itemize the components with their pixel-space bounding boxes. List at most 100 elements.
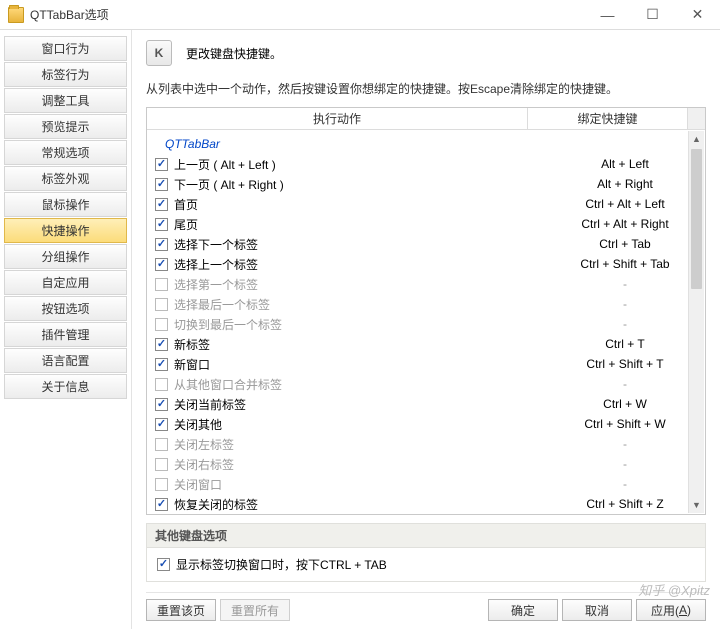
ctrl-tab-option[interactable]: 显示标签切换窗口时，按下CTRL + TAB: [157, 556, 695, 573]
maximize-button[interactable]: ☐: [630, 0, 675, 29]
action-label: 关闭当前标签: [174, 396, 545, 413]
binding-label: Ctrl + Tab: [545, 237, 705, 251]
table-row[interactable]: 上一页 ( Alt + Left )Alt + Left: [147, 154, 705, 174]
table-row[interactable]: 关闭当前标签Ctrl + W: [147, 394, 705, 414]
binding-label: Ctrl + Shift + T: [545, 357, 705, 371]
table-row[interactable]: 关闭其他Ctrl + Shift + W: [147, 414, 705, 434]
sidebar-item-1[interactable]: 标签行为: [4, 62, 127, 87]
sidebar-item-11[interactable]: 插件管理: [4, 322, 127, 347]
sidebar-item-4[interactable]: 常规选项: [4, 140, 127, 165]
group-header: QTTabBar: [147, 134, 705, 154]
sidebar-item-6[interactable]: 鼠标操作: [4, 192, 127, 217]
binding-label: Alt + Left: [545, 157, 705, 171]
table-row[interactable]: 从其他窗口合并标签-: [147, 374, 705, 394]
checkbox-icon[interactable]: [155, 418, 168, 431]
table-row[interactable]: 恢复关闭的标签Ctrl + Shift + Z: [147, 494, 705, 514]
sidebar-item-0[interactable]: 窗口行为: [4, 36, 127, 61]
checkbox-icon[interactable]: [155, 338, 168, 351]
sidebar-item-8[interactable]: 分组操作: [4, 244, 127, 269]
binding-label: Ctrl + T: [545, 337, 705, 351]
checkbox-icon[interactable]: [155, 218, 168, 231]
table-row[interactable]: 选择下一个标签Ctrl + Tab: [147, 234, 705, 254]
instruction-text: 从列表中选中一个动作，然后按键设置你想绑定的快捷键。按Escape清除绑定的快捷…: [146, 80, 706, 97]
checkbox-icon[interactable]: [155, 398, 168, 411]
close-button[interactable]: ✕: [675, 0, 720, 29]
table-row[interactable]: 切换到最后一个标签-: [147, 314, 705, 334]
action-label: 选择最后一个标签: [174, 296, 545, 313]
scrollbar[interactable]: ▲ ▼: [688, 131, 704, 513]
scroll-down-icon[interactable]: ▼: [689, 497, 704, 513]
binding-label: -: [545, 457, 705, 471]
table-row[interactable]: 选择上一个标签Ctrl + Shift + Tab: [147, 254, 705, 274]
titlebar: QTTabBar选项 — ☐ ✕: [0, 0, 720, 30]
action-label: 上一页 ( Alt + Left ): [174, 156, 545, 173]
checkbox-icon: [155, 458, 168, 471]
checkbox-icon[interactable]: [155, 238, 168, 251]
action-label: 关闭右标签: [174, 456, 545, 473]
minimize-button[interactable]: —: [585, 0, 630, 29]
table-body: QTTabBar 上一页 ( Alt + Left )Alt + Left下一页…: [147, 130, 705, 514]
checkbox-icon: [155, 378, 168, 391]
binding-label: Ctrl + Shift + Tab: [545, 257, 705, 271]
checkbox-icon[interactable]: [155, 498, 168, 511]
binding-label: Alt + Right: [545, 177, 705, 191]
checkbox-icon[interactable]: [155, 358, 168, 371]
table-row[interactable]: 关闭左标签-: [147, 434, 705, 454]
action-label: 选择第一个标签: [174, 276, 545, 293]
table-row[interactable]: 选择第一个标签-: [147, 274, 705, 294]
action-label: 选择下一个标签: [174, 236, 545, 253]
col-binding[interactable]: 绑定快捷键: [528, 108, 688, 129]
table-row[interactable]: 首页Ctrl + Alt + Left: [147, 194, 705, 214]
table-row[interactable]: 新窗口Ctrl + Shift + T: [147, 354, 705, 374]
table-row[interactable]: 选择最后一个标签-: [147, 294, 705, 314]
table-row[interactable]: 新标签Ctrl + T: [147, 334, 705, 354]
reset-all-button[interactable]: 重置所有: [220, 599, 290, 621]
binding-label: -: [545, 277, 705, 291]
sidebar-item-10[interactable]: 按钮选项: [4, 296, 127, 321]
checkbox-icon[interactable]: [157, 558, 170, 571]
cancel-button[interactable]: 取消: [562, 599, 632, 621]
sidebar-item-12[interactable]: 语言配置: [4, 348, 127, 373]
binding-label: Ctrl + Alt + Right: [545, 217, 705, 231]
binding-label: Ctrl + W: [545, 397, 705, 411]
action-label: 关闭其他: [174, 416, 545, 433]
binding-label: Ctrl + Shift + W: [545, 417, 705, 431]
sidebar-item-2[interactable]: 调整工具: [4, 88, 127, 113]
binding-label: -: [545, 377, 705, 391]
table-row[interactable]: 关闭窗口-: [147, 474, 705, 494]
sidebar-item-3[interactable]: 预览提示: [4, 114, 127, 139]
scroll-up-icon[interactable]: ▲: [689, 131, 704, 147]
sidebar-item-9[interactable]: 自定应用: [4, 270, 127, 295]
other-keyboard-section-title: 其他键盘选项: [146, 523, 706, 547]
action-label: 关闭左标签: [174, 436, 545, 453]
scroll-thumb[interactable]: [691, 149, 702, 289]
button-bar: 重置该页 重置所有 确定 取消 应用(A): [146, 592, 706, 629]
option-label: 显示标签切换窗口时，按下CTRL + TAB: [176, 556, 387, 573]
binding-label: -: [545, 477, 705, 491]
binding-label: -: [545, 437, 705, 451]
checkbox-icon: [155, 478, 168, 491]
table-row[interactable]: 下一页 ( Alt + Right )Alt + Right: [147, 174, 705, 194]
apply-button[interactable]: 应用(A): [636, 599, 706, 621]
action-label: 新标签: [174, 336, 545, 353]
checkbox-icon[interactable]: [155, 178, 168, 191]
shortcut-table: 执行动作 绑定快捷键 QTTabBar 上一页 ( Alt + Left )Al…: [146, 107, 706, 515]
sidebar-item-7[interactable]: 快捷操作: [4, 218, 127, 243]
col-scroll: [688, 108, 705, 129]
page-heading: 更改键盘快捷键。: [186, 45, 282, 62]
reset-page-button[interactable]: 重置该页: [146, 599, 216, 621]
action-label: 从其他窗口合并标签: [174, 376, 545, 393]
sidebar-item-13[interactable]: 关于信息: [4, 374, 127, 399]
binding-label: Ctrl + Shift + Z: [545, 497, 705, 511]
sidebar: 窗口行为标签行为调整工具预览提示常规选项标签外观鼠标操作快捷操作分组操作自定应用…: [0, 30, 132, 629]
ok-button[interactable]: 确定: [488, 599, 558, 621]
table-row[interactable]: 关闭右标签-: [147, 454, 705, 474]
binding-label: -: [545, 297, 705, 311]
action-label: 尾页: [174, 216, 545, 233]
col-action[interactable]: 执行动作: [147, 108, 528, 129]
sidebar-item-5[interactable]: 标签外观: [4, 166, 127, 191]
checkbox-icon[interactable]: [155, 198, 168, 211]
checkbox-icon[interactable]: [155, 258, 168, 271]
table-row[interactable]: 尾页Ctrl + Alt + Right: [147, 214, 705, 234]
checkbox-icon[interactable]: [155, 158, 168, 171]
